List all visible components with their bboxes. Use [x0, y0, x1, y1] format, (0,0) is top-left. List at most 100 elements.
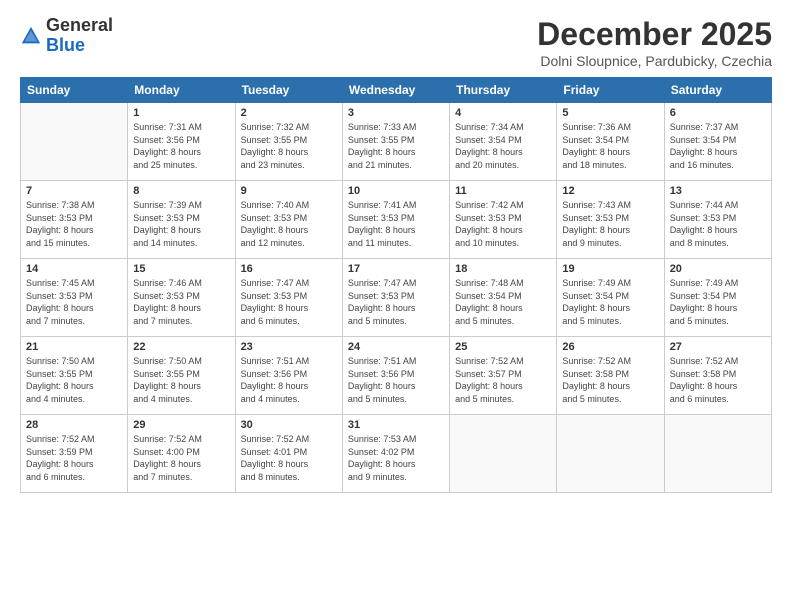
day-info: Sunrise: 7:38 AMSunset: 3:53 PMDaylight:…: [26, 199, 122, 249]
table-row: 25Sunrise: 7:52 AMSunset: 3:57 PMDayligh…: [450, 337, 557, 415]
day-number: 26: [562, 341, 658, 353]
day-info: Sunrise: 7:32 AMSunset: 3:55 PMDaylight:…: [241, 121, 337, 171]
day-number: 30: [241, 419, 337, 431]
day-number: 12: [562, 185, 658, 197]
day-number: 1: [133, 107, 229, 119]
day-info: Sunrise: 7:49 AMSunset: 3:54 PMDaylight:…: [562, 277, 658, 327]
table-row: [450, 415, 557, 493]
table-row: [21, 103, 128, 181]
day-number: 11: [455, 185, 551, 197]
col-wednesday: Wednesday: [342, 78, 449, 103]
day-number: 14: [26, 263, 122, 275]
day-info: Sunrise: 7:52 AMSunset: 3:58 PMDaylight:…: [670, 355, 766, 405]
day-number: 17: [348, 263, 444, 275]
table-row: 8 Sunrise: 7:39 AMSunset: 3:53 PMDaylight…: [128, 181, 235, 259]
day-number: 13: [670, 185, 766, 197]
day-info: Sunrise: 7:42 AMSunset: 3:53 PMDaylight:…: [455, 199, 551, 249]
day-number: 3: [348, 107, 444, 119]
day-number: 10: [348, 185, 444, 197]
logo-icon: [20, 25, 42, 47]
table-row: 17Sunrise: 7:47 AMSunset: 3:53 PMDayligh…: [342, 259, 449, 337]
week-row-2: 14 Sunrise: 7:45 AMSunset: 3:53 PMDayligh…: [21, 259, 772, 337]
day-number: 27: [670, 341, 766, 353]
table-row: 6 Sunrise: 7:37 AMSunset: 3:54 PMDaylight…: [664, 103, 771, 181]
week-row-1: 7 Sunrise: 7:38 AMSunset: 3:53 PMDaylight…: [21, 181, 772, 259]
day-info: Sunrise: 7:34 AMSunset: 3:54 PMDaylight:…: [455, 121, 551, 171]
day-info: Sunrise: 7:39 AMSunset: 3:53 PMDaylight:…: [133, 199, 229, 249]
table-row: 20Sunrise: 7:49 AMSunset: 3:54 PMDayligh…: [664, 259, 771, 337]
logo: General Blue: [20, 16, 113, 56]
day-number: 15: [133, 263, 229, 275]
table-row: 21 Sunrise: 7:50 AMSunset: 3:55 PMDayligh…: [21, 337, 128, 415]
day-info: Sunrise: 7:44 AMSunset: 3:53 PMDaylight:…: [670, 199, 766, 249]
table-row: 24 Sunrise: 7:51 AMSunset: 3:56 PMDayligh…: [342, 337, 449, 415]
day-info: Sunrise: 7:37 AMSunset: 3:54 PMDaylight:…: [670, 121, 766, 171]
day-number: 4: [455, 107, 551, 119]
table-row: 18 Sunrise: 7:48 AMSunset: 3:54 PMDayligh…: [450, 259, 557, 337]
table-row: [664, 415, 771, 493]
day-info: Sunrise: 7:51 AMSunset: 3:56 PMDaylight:…: [348, 355, 444, 405]
table-row: 31Sunrise: 7:53 AMSunset: 4:02 PMDayligh…: [342, 415, 449, 493]
location: Dolni Sloupnice, Pardubicky, Czechia: [537, 53, 772, 69]
table-row: 7 Sunrise: 7:38 AMSunset: 3:53 PMDaylight…: [21, 181, 128, 259]
week-row-3: 21 Sunrise: 7:50 AMSunset: 3:55 PMDayligh…: [21, 337, 772, 415]
day-info: Sunrise: 7:31 AMSunset: 3:56 PMDaylight:…: [133, 121, 229, 171]
day-info: Sunrise: 7:52 AMSunset: 3:58 PMDaylight:…: [562, 355, 658, 405]
table-row: 15Sunrise: 7:46 AMSunset: 3:53 PMDayligh…: [128, 259, 235, 337]
col-thursday: Thursday: [450, 78, 557, 103]
month-title: December 2025: [537, 16, 772, 53]
table-row: 9Sunrise: 7:40 AMSunset: 3:53 PMDaylight…: [235, 181, 342, 259]
title-section: December 2025 Dolni Sloupnice, Pardubick…: [537, 16, 772, 69]
week-row-0: 1 Sunrise: 7:31 AMSunset: 3:56 PMDaylight…: [21, 103, 772, 181]
table-row: 3 Sunrise: 7:33 AMSunset: 3:55 PMDaylight…: [342, 103, 449, 181]
day-info: Sunrise: 7:48 AMSunset: 3:54 PMDaylight:…: [455, 277, 551, 327]
table-row: 14 Sunrise: 7:45 AMSunset: 3:53 PMDayligh…: [21, 259, 128, 337]
day-number: 18: [455, 263, 551, 275]
day-number: 8: [133, 185, 229, 197]
day-info: Sunrise: 7:36 AMSunset: 3:54 PMDaylight:…: [562, 121, 658, 171]
table-row: 16Sunrise: 7:47 AMSunset: 3:53 PMDayligh…: [235, 259, 342, 337]
day-number: 24: [348, 341, 444, 353]
table-row: 1 Sunrise: 7:31 AMSunset: 3:56 PMDaylight…: [128, 103, 235, 181]
day-number: 6: [670, 107, 766, 119]
table-row: 13 Sunrise: 7:44 AMSunset: 3:53 PMDayligh…: [664, 181, 771, 259]
day-number: 29: [133, 419, 229, 431]
logo-blue: Blue: [46, 36, 113, 56]
table-row: 26 Sunrise: 7:52 AMSunset: 3:58 PMDayligh…: [557, 337, 664, 415]
logo-general: General: [46, 16, 113, 36]
col-saturday: Saturday: [664, 78, 771, 103]
day-number: 16: [241, 263, 337, 275]
col-sunday: Sunday: [21, 78, 128, 103]
day-info: Sunrise: 7:45 AMSunset: 3:53 PMDaylight:…: [26, 277, 122, 327]
header: General Blue December 2025 Dolni Sloupni…: [20, 16, 772, 69]
day-number: 2: [241, 107, 337, 119]
table-row: 10 Sunrise: 7:41 AMSunset: 3:53 PMDayligh…: [342, 181, 449, 259]
day-info: Sunrise: 7:50 AMSunset: 3:55 PMDaylight:…: [26, 355, 122, 405]
table-row: 23Sunrise: 7:51 AMSunset: 3:56 PMDayligh…: [235, 337, 342, 415]
table-row: 2 Sunrise: 7:32 AMSunset: 3:55 PMDaylight…: [235, 103, 342, 181]
day-number: 28: [26, 419, 122, 431]
calendar-table: Sunday Monday Tuesday Wednesday Thursday…: [20, 77, 772, 493]
day-info: Sunrise: 7:50 AMSunset: 3:55 PMDaylight:…: [133, 355, 229, 405]
table-row: 19 Sunrise: 7:49 AMSunset: 3:54 PMDayligh…: [557, 259, 664, 337]
table-row: 22Sunrise: 7:50 AMSunset: 3:55 PMDayligh…: [128, 337, 235, 415]
day-number: 19: [562, 263, 658, 275]
day-number: 31: [348, 419, 444, 431]
table-row: 12 Sunrise: 7:43 AMSunset: 3:53 PMDayligh…: [557, 181, 664, 259]
day-info: Sunrise: 7:41 AMSunset: 3:53 PMDaylight:…: [348, 199, 444, 249]
day-info: Sunrise: 7:33 AMSunset: 3:55 PMDaylight:…: [348, 121, 444, 171]
table-row: 4 Sunrise: 7:34 AMSunset: 3:54 PMDaylight…: [450, 103, 557, 181]
day-info: Sunrise: 7:43 AMSunset: 3:53 PMDaylight:…: [562, 199, 658, 249]
day-number: 9: [241, 185, 337, 197]
day-info: Sunrise: 7:52 AMSunset: 4:01 PMDaylight:…: [241, 433, 337, 483]
col-tuesday: Tuesday: [235, 78, 342, 103]
day-number: 21: [26, 341, 122, 353]
table-row: 5 Sunrise: 7:36 AMSunset: 3:54 PMDaylight…: [557, 103, 664, 181]
day-number: 5: [562, 107, 658, 119]
header-row: Sunday Monday Tuesday Wednesday Thursday…: [21, 78, 772, 103]
day-number: 7: [26, 185, 122, 197]
day-info: Sunrise: 7:49 AMSunset: 3:54 PMDaylight:…: [670, 277, 766, 327]
day-info: Sunrise: 7:51 AMSunset: 3:56 PMDaylight:…: [241, 355, 337, 405]
week-row-4: 28Sunrise: 7:52 AMSunset: 3:59 PMDayligh…: [21, 415, 772, 493]
table-row: 30 Sunrise: 7:52 AMSunset: 4:01 PMDayligh…: [235, 415, 342, 493]
